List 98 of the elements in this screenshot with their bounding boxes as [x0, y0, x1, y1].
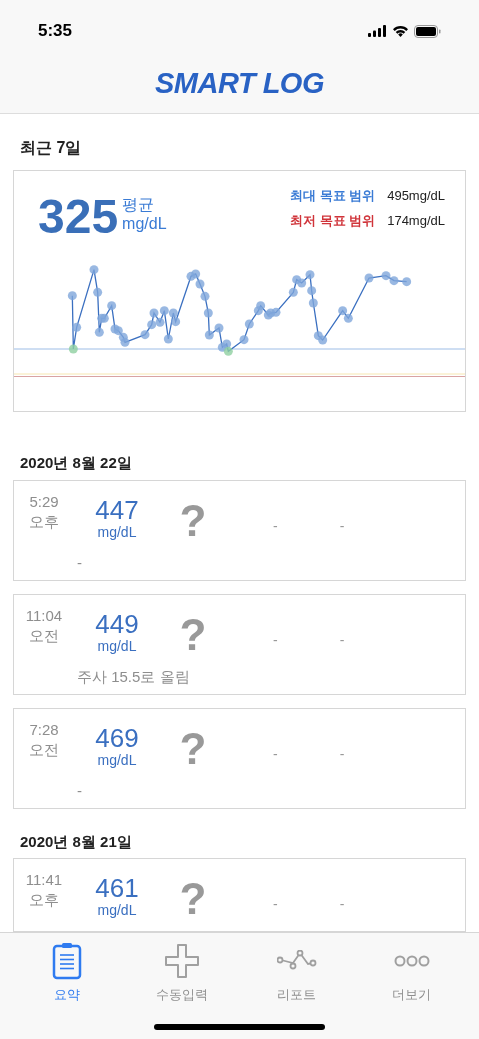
unit-label: mg/dL	[97, 637, 137, 654]
tab-button[interactable]: 리포트	[246, 941, 347, 1005]
data-point	[67, 291, 77, 301]
data-point	[195, 279, 205, 289]
entry-note: 주사 15.5로 올림	[77, 666, 191, 687]
average-value: 325	[38, 193, 119, 241]
data-point	[147, 320, 157, 330]
data-point	[120, 337, 130, 347]
clipboard-icon	[52, 942, 83, 980]
data-point	[93, 287, 103, 297]
entry-period: 오후	[29, 511, 59, 532]
empty-value: -	[273, 895, 278, 914]
data-point	[338, 306, 348, 316]
data-point	[171, 317, 181, 327]
unit-label: mg/dL	[97, 523, 137, 540]
data-point	[307, 286, 317, 296]
data-point	[256, 301, 266, 311]
entry-time: 11:04	[25, 605, 63, 626]
data-point	[191, 269, 201, 279]
data-point	[155, 317, 165, 327]
empty-value: -	[339, 744, 345, 764]
entry-time: 5:29	[29, 491, 59, 512]
tab-button[interactable]: 수동입력	[132, 941, 233, 1005]
entry-card[interactable]: 7:28 오전 469 mg/dL ? - - -	[13, 707, 466, 809]
range-label: 최저 목표 범위	[289, 213, 376, 229]
entry-note: -	[77, 552, 83, 573]
question-mark: ?	[178, 873, 208, 921]
data-point	[318, 335, 328, 345]
data-point	[140, 330, 150, 340]
glucose-value: 469	[95, 723, 139, 752]
range-value: 495mg/dL	[387, 188, 445, 204]
signal-icon	[368, 25, 387, 37]
data-point	[402, 277, 412, 287]
data-point	[200, 291, 210, 301]
entry-time: 7:28	[29, 719, 59, 740]
empty-value: -	[339, 895, 345, 914]
app-logo: SMART LOG	[155, 65, 324, 101]
clock-time: 5:35	[38, 20, 73, 43]
data-point	[297, 278, 307, 288]
entry-time: 11:41	[25, 870, 63, 890]
unit-label: mg/dL	[97, 902, 137, 918]
data-point	[222, 339, 232, 349]
entry-card[interactable]: 11:41 오후 461 mg/dL ? - -	[13, 858, 466, 932]
unit-label: mg/dL	[97, 751, 137, 768]
glucose-value: 449	[95, 609, 139, 638]
entry-card[interactable]: 5:29 오후 447 mg/dL ? - - -	[13, 479, 466, 581]
range-label: 최대 목표 범위	[289, 188, 376, 204]
tab-button[interactable]: 더보기	[361, 941, 462, 1005]
line-chart-icon	[276, 950, 317, 972]
data-point	[72, 322, 82, 332]
data-point	[159, 306, 169, 316]
battery-icon	[414, 24, 441, 38]
more-icon	[393, 955, 430, 967]
data-point	[343, 313, 353, 323]
empty-value: -	[339, 630, 345, 650]
data-point	[223, 346, 233, 356]
question-mark: ?	[178, 722, 208, 771]
range-value: 174mg/dL	[387, 213, 445, 229]
section-title: 최근 7일	[20, 138, 83, 158]
data-point	[89, 265, 99, 275]
empty-value: -	[273, 744, 278, 764]
empty-value: -	[339, 516, 345, 536]
data-point	[288, 287, 298, 297]
entry-card[interactable]: 11:04 오전 449 mg/dL ? - - 주사 15.5로 올림	[13, 593, 466, 695]
data-point	[149, 308, 159, 318]
question-mark: ?	[178, 608, 208, 657]
date-heading: 2020년 8월 21일	[20, 831, 133, 852]
entry-period: 오후	[29, 890, 59, 910]
plus-icon	[165, 944, 200, 978]
data-point	[239, 335, 249, 345]
wifi-icon	[392, 25, 409, 37]
entry-period: 오전	[29, 625, 59, 646]
data-point	[364, 273, 374, 283]
unit-label: mg/dL	[122, 214, 167, 233]
tab-button[interactable]: 요약	[17, 941, 118, 1005]
entry-period: 오전	[29, 739, 59, 760]
data-point	[244, 319, 254, 329]
average-label: 평균	[122, 195, 156, 214]
data-point	[305, 270, 315, 280]
data-point	[68, 344, 78, 354]
glucose-value: 447	[95, 495, 139, 524]
glucose-value: 461	[95, 874, 139, 902]
data-point	[203, 308, 213, 318]
empty-value: -	[273, 630, 278, 650]
data-point	[163, 334, 173, 344]
data-point	[204, 330, 214, 340]
entry-note: -	[77, 780, 83, 801]
data-point	[389, 276, 399, 286]
data-point	[308, 298, 318, 308]
data-point	[381, 271, 391, 281]
data-point	[168, 308, 178, 318]
data-point	[214, 323, 224, 333]
question-mark: ?	[178, 494, 208, 543]
empty-value: -	[273, 516, 278, 536]
date-heading: 2020년 8월 22일	[20, 453, 133, 473]
data-point	[107, 301, 117, 311]
data-point	[94, 327, 104, 337]
data-point	[271, 307, 281, 317]
